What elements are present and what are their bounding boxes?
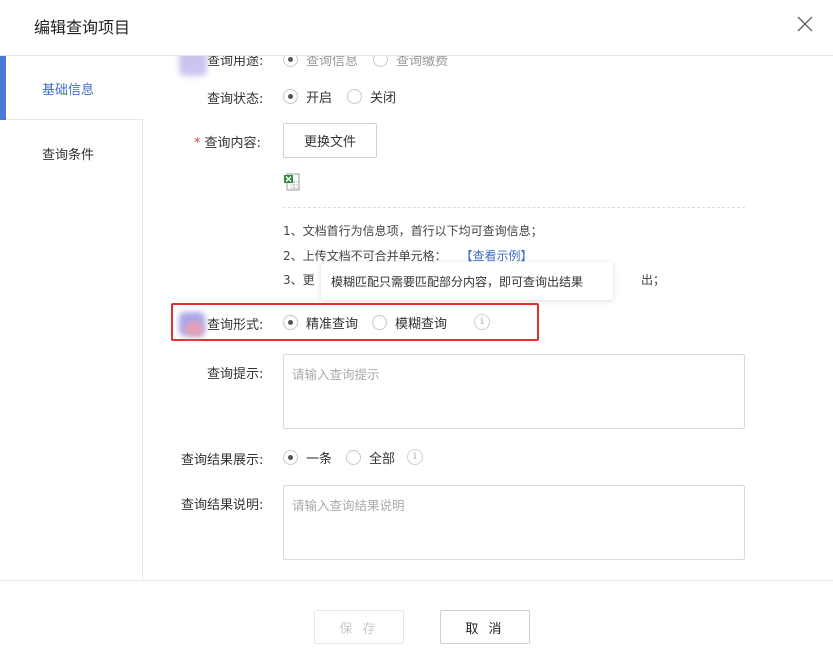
radio-label: 关闭 bbox=[370, 90, 397, 106]
radio-circle bbox=[372, 314, 387, 330]
result-radio-one[interactable]: 一条 bbox=[283, 448, 333, 467]
fuzzy-match-tooltip: 模糊匹配只需要匹配部分内容，即可查询出结果 bbox=[321, 262, 613, 300]
radio-circle bbox=[283, 56, 298, 67]
info-icon[interactable]: i bbox=[474, 314, 490, 330]
sidebar-item-label: 基础信息 bbox=[42, 83, 95, 98]
blur-blob bbox=[179, 56, 207, 76]
result-radio-all[interactable]: 全部 bbox=[346, 448, 396, 467]
modal-header: 编辑查询项目 bbox=[0, 0, 833, 56]
content-label: * 查询内容: bbox=[194, 132, 261, 151]
result-desc-label: 查询结果说明: bbox=[181, 498, 264, 513]
note-line-2-text: 2、上传文档不可合并单元格： bbox=[283, 249, 447, 263]
radio-label: 查询缴费 bbox=[396, 56, 449, 69]
required-mark: * bbox=[194, 136, 201, 151]
modal-title: 编辑查询项目 bbox=[34, 18, 131, 37]
note-line-1: 1、文档首行为信息项，首行以下均可查询信息； bbox=[283, 224, 543, 238]
radio-circle bbox=[346, 449, 361, 465]
active-indicator bbox=[0, 56, 6, 120]
sidebar-item-basic-info[interactable]: 基础信息 bbox=[0, 56, 143, 120]
edit-query-modal: 编辑查询项目 基础信息 查询条件 查询用途: 查询信息 查询缴费 查询状态: 开… bbox=[0, 0, 833, 665]
status-radio-on[interactable]: 开启 bbox=[283, 87, 333, 106]
sidebar-item-label: 查询条件 bbox=[42, 148, 95, 163]
radio-circle bbox=[373, 56, 388, 67]
sidebar: 基础信息 查询条件 bbox=[0, 56, 143, 580]
purpose-label: 查询用途: bbox=[207, 56, 264, 69]
content-label-text: 查询内容: bbox=[204, 136, 261, 151]
purpose-radio-payment[interactable]: 查询缴费 bbox=[373, 56, 449, 69]
hint-textarea[interactable] bbox=[283, 354, 745, 429]
note-line-3: 3、更 bbox=[283, 273, 315, 287]
mode-radio-fuzzy[interactable]: 模糊查询 bbox=[372, 313, 448, 332]
close-icon[interactable] bbox=[795, 14, 815, 34]
radio-label: 开启 bbox=[306, 90, 333, 106]
replace-file-button[interactable]: 更换文件 bbox=[283, 123, 377, 158]
hint-label: 查询提示: bbox=[207, 367, 264, 382]
status-radio-off[interactable]: 关闭 bbox=[347, 87, 397, 106]
status-label: 查询状态: bbox=[207, 92, 264, 107]
form-content: 查询用途: 查询信息 查询缴费 查询状态: 开启 关闭 *查询内容: 更换文件 bbox=[143, 56, 833, 580]
cancel-button[interactable]: 取 消 bbox=[440, 610, 530, 644]
purpose-radio-info[interactable]: 查询信息 bbox=[283, 56, 359, 69]
divider bbox=[283, 207, 745, 208]
save-button[interactable]: 保 存 bbox=[314, 610, 404, 644]
radio-label: 查询信息 bbox=[306, 56, 359, 69]
result-display-label: 查询结果展示: bbox=[181, 453, 264, 468]
excel-file-icon[interactable] bbox=[283, 173, 301, 191]
view-example-link[interactable]: 【查看示例】 bbox=[460, 249, 532, 263]
radio-label: 全部 bbox=[369, 451, 396, 467]
radio-label: 一条 bbox=[306, 451, 333, 467]
mode-label: 查询形式: bbox=[207, 318, 264, 333]
blur-blob bbox=[185, 322, 203, 336]
radio-circle bbox=[283, 88, 298, 104]
modal-footer: 保 存 取 消 bbox=[0, 580, 833, 665]
result-desc-textarea[interactable] bbox=[283, 485, 745, 560]
sidebar-item-query-conditions[interactable]: 查询条件 bbox=[0, 121, 143, 185]
mode-radio-exact[interactable]: 精准查询 bbox=[283, 313, 359, 332]
radio-label: 模糊查询 bbox=[395, 316, 448, 332]
radio-circle bbox=[347, 88, 362, 104]
radio-circle bbox=[283, 449, 298, 465]
radio-circle bbox=[283, 314, 298, 330]
info-icon[interactable]: i bbox=[407, 449, 423, 465]
radio-label: 精准查询 bbox=[306, 316, 359, 332]
note-line-3-tail: 出； bbox=[641, 273, 666, 287]
